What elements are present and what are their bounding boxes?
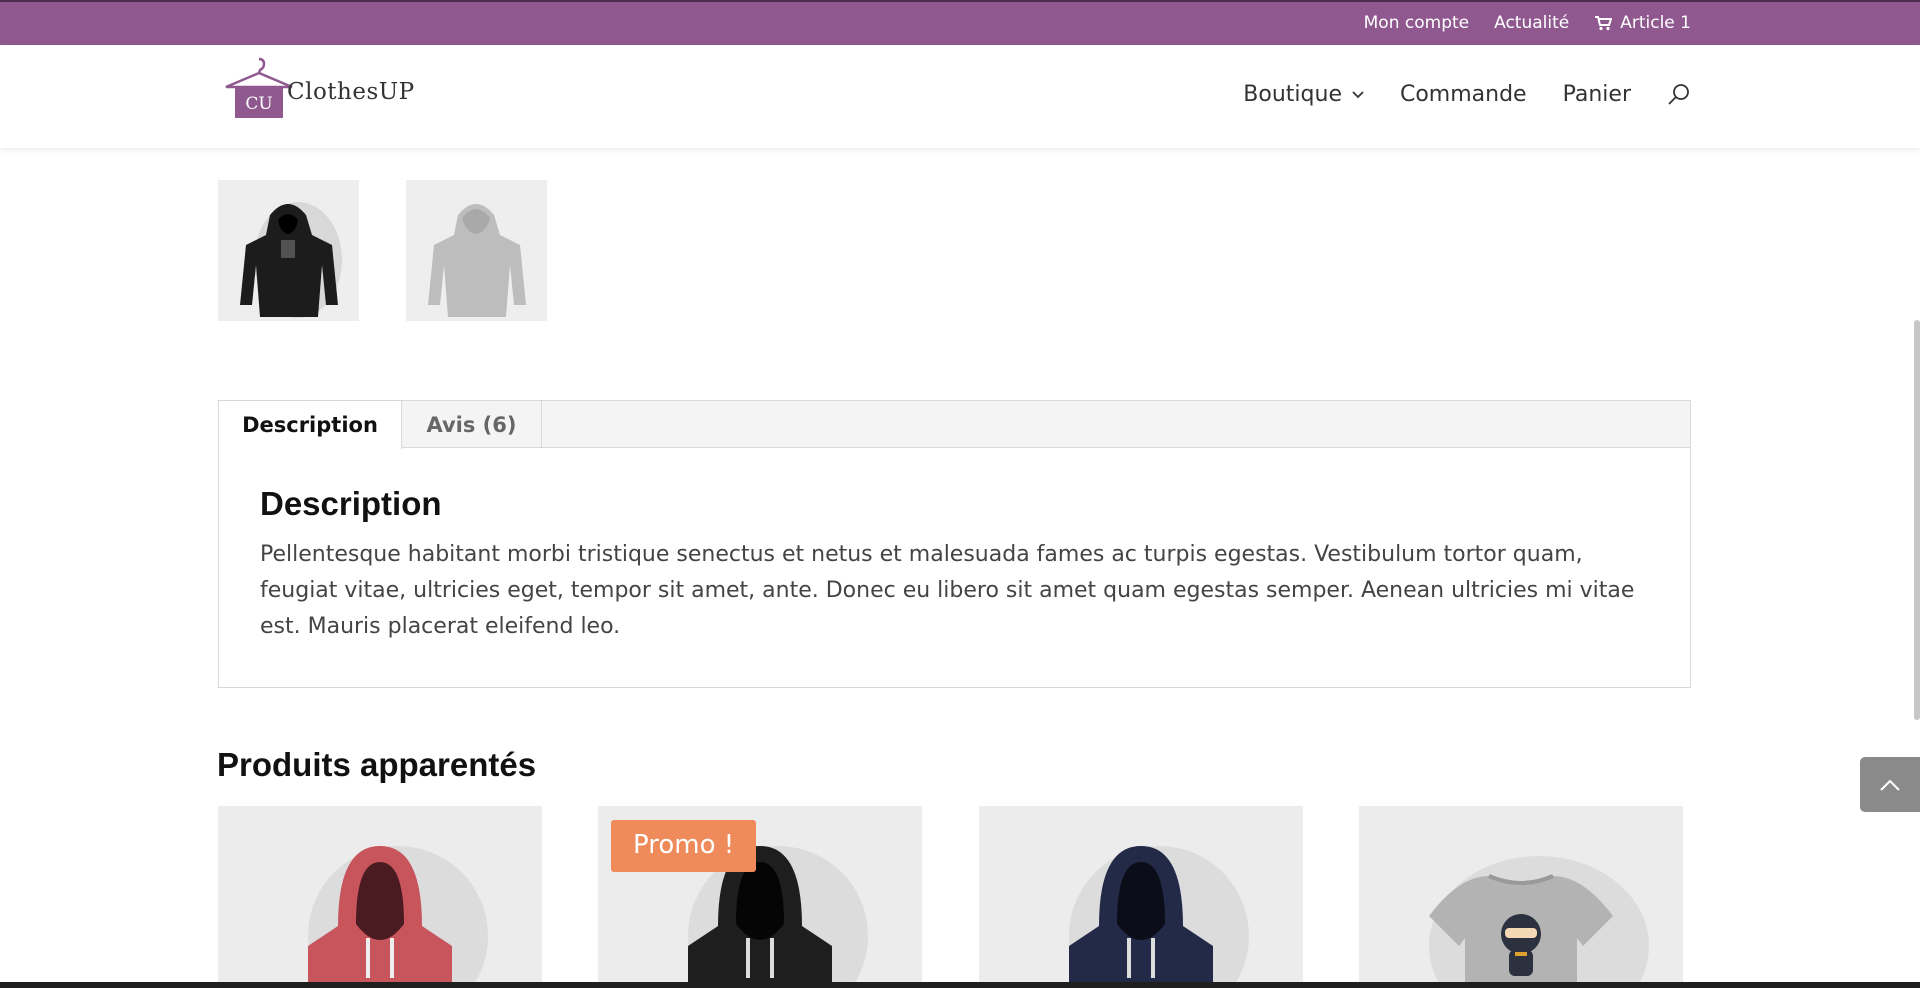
hoodie-grey-image: [428, 204, 526, 317]
cart-link[interactable]: Article 1: [1594, 13, 1691, 33]
hoodie-black-image: [240, 202, 342, 318]
my-account-link[interactable]: Mon compte: [1364, 13, 1469, 33]
tabs-bar: Description Avis (6): [219, 401, 1690, 449]
nav-panier-label: Panier: [1562, 82, 1631, 107]
cart-icon: [1595, 16, 1613, 31]
gallery-thumbnail-2[interactable]: [406, 180, 547, 321]
page: Mon compte Actualité Article 1 CU Clothe…: [0, 0, 1920, 982]
nav-item-panier[interactable]: Panier: [1563, 82, 1631, 107]
gallery-thumbnail-1[interactable]: [218, 180, 359, 321]
cart-label: Article 1: [1620, 13, 1691, 33]
related-product-1[interactable]: [218, 806, 542, 982]
promo-badge: Promo !: [611, 820, 757, 872]
page-scrollbar[interactable]: [1914, 320, 1920, 720]
related-product-4[interactable]: [1359, 806, 1683, 982]
search-icon[interactable]: [1667, 83, 1691, 107]
related-products-title: Produits apparentés: [217, 746, 537, 783]
description-body: Pellentesque habitant morbi tristique se…: [260, 542, 1635, 639]
nav-commande-label: Commande: [1399, 82, 1527, 107]
tab-description[interactable]: Description: [219, 401, 402, 449]
description-heading: Description: [260, 485, 442, 522]
site-logo[interactable]: CU ClothesUP: [222, 55, 432, 127]
nav-item-commande[interactable]: Commande: [1400, 82, 1527, 107]
top-bar: Mon compte Actualité Article 1: [0, 0, 1920, 45]
top-links: Mon compte Actualité Article 1: [1364, 13, 1691, 33]
bottom-strip: [0, 982, 1920, 988]
hoodie-navy-image: [1069, 846, 1249, 982]
chevron-down-icon: [1352, 90, 1364, 98]
hoodie-red-image: [308, 846, 488, 982]
chevron-up-icon: [1880, 779, 1900, 791]
logo-monogram: CU: [245, 94, 272, 114]
main-nav: Boutique Commande Panier: [1243, 82, 1691, 107]
back-to-top-button[interactable]: [1860, 757, 1920, 812]
nav-item-boutique[interactable]: Boutique: [1243, 82, 1364, 107]
product-tabs: Description Avis (6) Description Pellent…: [218, 400, 1691, 688]
related-product-2[interactable]: Promo !: [598, 806, 922, 982]
news-link[interactable]: Actualité: [1494, 13, 1569, 33]
tshirt-ninja-image: [1429, 856, 1649, 982]
site-header: CU ClothesUP Boutique Commande Panier: [0, 45, 1920, 148]
logo-text: ClothesUP: [287, 79, 415, 105]
related-product-3[interactable]: [979, 806, 1303, 982]
nav-boutique-label: Boutique: [1243, 82, 1342, 107]
tab-reviews[interactable]: Avis (6): [402, 401, 542, 448]
